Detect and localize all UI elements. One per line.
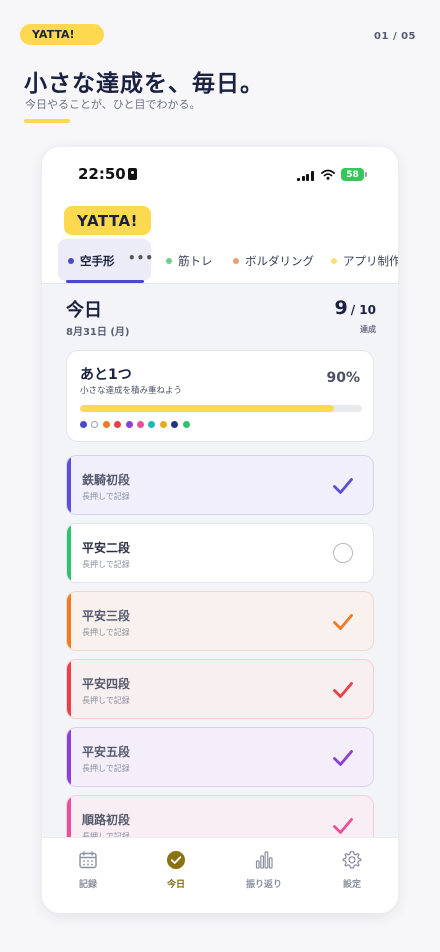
category-dot bbox=[125, 421, 133, 428]
tab-label: 空手形 bbox=[80, 254, 115, 268]
app-logo: YATTA! bbox=[64, 206, 151, 235]
progress-percent: 90% bbox=[326, 370, 360, 386]
task-name: 平安五段 bbox=[82, 745, 131, 759]
nav-record[interactable]: 記録 bbox=[48, 850, 128, 890]
tab-color-dot bbox=[68, 258, 74, 264]
tab-karate-kata[interactable]: 空手形 bbox=[68, 253, 115, 269]
checkmark-icon bbox=[333, 682, 353, 698]
phone-mockup: 22:50 58 YATTA! 空手形 ••• 筋トレ ボルダリング アプリ制作… bbox=[42, 147, 398, 913]
progress-bar bbox=[80, 405, 362, 412]
checkmark-icon bbox=[333, 750, 353, 766]
task-hint: 長押しで記録 bbox=[82, 696, 130, 705]
page-subheadline: 今日やることが、ひと目でわかる。 bbox=[25, 98, 201, 111]
completion-score: 9 / 10 bbox=[335, 297, 377, 319]
category-dot bbox=[102, 421, 110, 428]
tab-color-dot bbox=[331, 258, 337, 264]
task-row[interactable]: 平安五段長押しで記録 bbox=[66, 727, 374, 787]
battery-icon: 58 bbox=[341, 168, 364, 181]
task-color-bar bbox=[67, 524, 71, 582]
nav-review[interactable]: 振り返り bbox=[224, 850, 304, 890]
wifi-icon bbox=[321, 169, 335, 180]
task-hint: 長押しで記録 bbox=[82, 492, 130, 501]
progress-card: あと1つ 小さな達成を積み重ねよう 90% bbox=[66, 350, 374, 442]
task-color-bar bbox=[67, 592, 71, 650]
task-hint: 長押しで記録 bbox=[82, 764, 130, 773]
today-title: 今日 bbox=[66, 300, 102, 321]
tab-color-dot bbox=[166, 258, 172, 264]
signal-icon bbox=[297, 171, 314, 181]
task-color-bar bbox=[67, 456, 71, 514]
completed-count: 9 bbox=[334, 297, 348, 319]
tab-app-development[interactable]: アプリ制作 bbox=[331, 253, 398, 269]
category-dot bbox=[91, 421, 99, 428]
status-bar: 22:50 58 bbox=[42, 147, 398, 203]
task-name: 平安二段 bbox=[82, 541, 131, 555]
category-dot bbox=[159, 421, 167, 428]
task-hint: 長押しで記録 bbox=[82, 628, 130, 637]
task-color-bar bbox=[67, 728, 71, 786]
progress-subtitle: 小さな達成を積み重ねよう bbox=[80, 386, 183, 396]
bottom-navigation: 記録 今日 振り返り 設定 bbox=[42, 837, 398, 913]
tab-bouldering[interactable]: ボルダリング bbox=[233, 253, 314, 269]
page-headline: 小さな達成を、毎日。 bbox=[24, 71, 264, 97]
checkmark-icon bbox=[333, 818, 353, 834]
total-count: / 10 bbox=[350, 303, 376, 317]
tab-label: 筋トレ bbox=[178, 254, 213, 268]
category-dot bbox=[114, 421, 122, 428]
id-badge-icon bbox=[128, 168, 137, 180]
bar-chart-icon bbox=[255, 851, 273, 869]
checkmark-icon bbox=[333, 478, 353, 494]
tab-strength-training[interactable]: 筋トレ bbox=[166, 253, 213, 269]
nav-label: 振り返り bbox=[245, 880, 282, 890]
task-row[interactable]: 平安四段長押しで記録 bbox=[66, 659, 374, 719]
task-row[interactable]: 平安三段長押しで記録 bbox=[66, 591, 374, 651]
category-dot bbox=[80, 421, 87, 428]
task-name: 順路初段 bbox=[82, 813, 131, 827]
task-hint: 長押しで記録 bbox=[82, 560, 130, 569]
task-color-bar bbox=[67, 660, 71, 718]
tab-label: アプリ制作 bbox=[343, 254, 398, 268]
progress-bar-fill bbox=[80, 405, 334, 412]
category-tabs: 空手形 ••• 筋トレ ボルダリング アプリ制作 bbox=[42, 237, 398, 283]
task-name: 平安四段 bbox=[82, 677, 131, 691]
nav-label: 記録 bbox=[78, 880, 97, 890]
gear-icon bbox=[342, 851, 362, 869]
category-dot bbox=[136, 421, 144, 428]
battery-cap bbox=[365, 172, 367, 177]
tab-more-icon[interactable]: ••• bbox=[128, 251, 154, 265]
today-date: 8月31日 (月) bbox=[66, 327, 130, 338]
score-caption: 達成 bbox=[360, 325, 376, 334]
today-content: 今日 8月31日 (月) 9 / 10 達成 あと1つ 小さな達成を積み重ねよう… bbox=[42, 284, 398, 838]
nav-settings[interactable]: 設定 bbox=[312, 850, 392, 890]
nav-label: 設定 bbox=[342, 880, 361, 890]
unchecked-circle-icon[interactable] bbox=[333, 543, 353, 563]
task-color-bar bbox=[67, 796, 71, 838]
nav-today[interactable]: 今日 bbox=[136, 850, 216, 890]
progress-title: あと1つ bbox=[80, 367, 132, 383]
nav-label: 今日 bbox=[166, 880, 185, 890]
calendar-icon bbox=[79, 851, 97, 869]
checkmark-icon bbox=[333, 614, 353, 630]
category-dot bbox=[148, 421, 156, 428]
task-row[interactable]: 順路初段 長押しで記録 bbox=[66, 795, 374, 838]
tab-color-dot bbox=[233, 258, 239, 264]
task-name: 鉄騎初段 bbox=[82, 473, 131, 487]
accent-underline bbox=[24, 119, 70, 123]
category-dots bbox=[80, 421, 194, 428]
brand-badge: YATTA! bbox=[20, 24, 104, 45]
status-time: 22:50 bbox=[78, 165, 126, 183]
tab-label: ボルダリング bbox=[245, 254, 314, 268]
task-name: 平安三段 bbox=[82, 609, 131, 623]
category-dot bbox=[182, 421, 190, 428]
category-dot bbox=[171, 421, 179, 428]
check-circle-icon bbox=[167, 851, 185, 869]
task-list: 鉄騎初段 長押しで記録 平安二段 長押しで記録 平安三段 長押しで記録 平安四段 長押しで記録… bbox=[66, 455, 374, 838]
task-row[interactable]: 平安二段長押しで記録 bbox=[66, 523, 374, 583]
page-counter: 01 / 05 bbox=[374, 31, 416, 42]
task-row[interactable]: 鉄騎初段長押しで記録 bbox=[66, 455, 374, 515]
